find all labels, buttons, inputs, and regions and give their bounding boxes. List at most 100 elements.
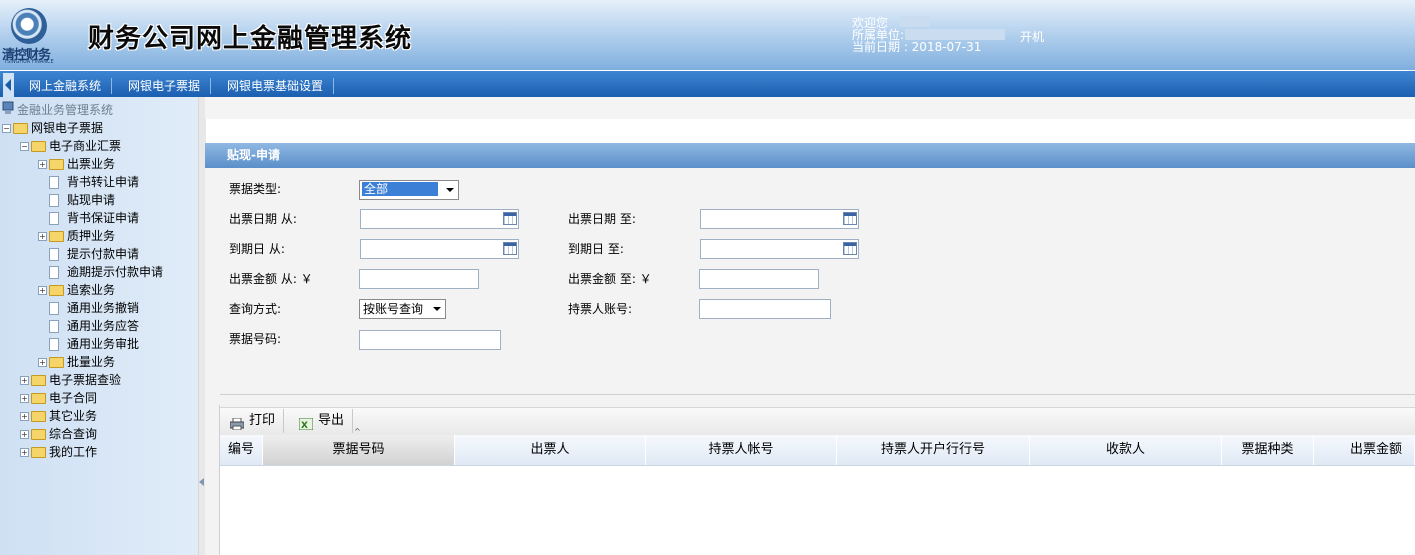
print-button-label: 打印 (249, 413, 276, 428)
sidebar-item-label: 出票业务 (67, 157, 116, 171)
amount-from-label: 出票金额 从: ￥ (229, 272, 313, 286)
sidebar-item[interactable]: + 其它业务 (2, 407, 198, 425)
sidebar-item[interactable]: − 电子商业汇票 (2, 137, 198, 155)
holder-account-input[interactable] (699, 299, 831, 319)
expand-icon[interactable]: + (38, 358, 47, 367)
col-header-id[interactable]: 编号 (220, 435, 263, 465)
collapse-icon[interactable]: − (2, 124, 11, 133)
folder-icon (49, 285, 64, 296)
nav-back-arrow-icon[interactable] (3, 73, 14, 97)
query-mode-value: 按账号查询 (363, 302, 424, 316)
sidebar-item[interactable]: 贴现申请 (2, 191, 198, 209)
bill-type-label: 票据类型: (229, 182, 282, 196)
document-icon (49, 248, 59, 261)
bill-number-input[interactable] (359, 330, 501, 350)
calendar-icon[interactable] (843, 212, 857, 225)
print-button[interactable]: 打印 (222, 409, 285, 433)
issue-date-to-label: 出票日期 至: (568, 212, 636, 226)
col-header-amount[interactable]: 出票金额 (1314, 435, 1415, 465)
due-date-from-input[interactable] (360, 239, 519, 259)
sidebar-tree: − 网银电子票据 − 电子商业汇票 + 出票业务 背书转让申请 贴现申请 背书保证申请 + 质押业务… (2, 119, 198, 461)
sidebar-item[interactable]: + 追索业务 (2, 281, 198, 299)
col-header-drawer[interactable]: 出票人 (455, 435, 646, 465)
col-header-bill-type[interactable]: 票据种类 (1222, 435, 1314, 465)
sidebar-item[interactable]: 通用业务撤销 (2, 299, 198, 317)
sidebar-item[interactable]: + 出票业务 (2, 155, 198, 173)
issue-date-to-input[interactable] (700, 209, 859, 229)
unit-suffix: 开机 (1020, 30, 1045, 44)
folder-icon (31, 429, 46, 440)
sidebar-item[interactable]: + 综合查询 (2, 425, 198, 443)
current-date: 当前日期 : 2018-07-31 (852, 40, 982, 54)
sort-ascending-icon: ^ (354, 427, 361, 436)
export-button[interactable]: X 导出 (291, 409, 354, 433)
sidebar-item[interactable]: − 网银电子票据 (2, 119, 198, 137)
issue-date-from-input[interactable] (360, 209, 519, 229)
expand-icon[interactable]: + (20, 412, 29, 421)
tab-e-bill[interactable]: 网银电子票据 (118, 78, 212, 94)
sidebar-item-label: 质押业务 (67, 229, 116, 243)
expand-icon[interactable]: + (20, 376, 29, 385)
expand-icon[interactable]: + (38, 232, 47, 241)
folder-icon (31, 447, 46, 458)
holder-account-label: 持票人账号: (568, 302, 633, 316)
expand-icon[interactable]: + (20, 448, 29, 457)
due-date-to-input[interactable] (700, 239, 859, 259)
panel-title-bar: 贴现-申请 (205, 143, 1415, 168)
col-header-holder-bank-code[interactable]: 持票人开户行行号 (837, 435, 1030, 465)
unit-name-redacted (905, 29, 1005, 40)
sidebar-item-label: 通用业务应答 (67, 319, 140, 333)
sidebar-item-label: 电子商业汇票 (49, 139, 122, 153)
sidebar-item-label: 电子合同 (49, 391, 98, 405)
collapse-icon[interactable]: − (20, 142, 29, 151)
tab-e-bill-settings[interactable]: 网银电票基础设置 (217, 78, 335, 94)
sidebar-item-label: 电子票据查验 (49, 373, 122, 387)
col-header-bill-number-label: 票据号码 (332, 442, 385, 457)
amount-to-input[interactable] (699, 269, 819, 289)
user-name-redacted (900, 16, 930, 27)
bill-number-label: 票据号码: (229, 332, 282, 346)
sidebar-item[interactable]: 背书保证申请 (2, 209, 198, 227)
bill-type-select[interactable]: 全部 (359, 180, 459, 200)
sidebar-item[interactable]: 背书转让申请 (2, 173, 198, 191)
col-header-payee[interactable]: 收款人 (1030, 435, 1222, 465)
expand-icon[interactable]: + (20, 430, 29, 439)
sidebar-item[interactable]: + 电子合同 (2, 389, 198, 407)
due-date-from-label: 到期日 从: (229, 242, 285, 256)
collapse-sidebar-icon[interactable] (199, 478, 204, 486)
query-mode-select[interactable]: 按账号查询 (359, 299, 446, 319)
sidebar-item[interactable]: + 电子票据查验 (2, 371, 198, 389)
folder-icon (31, 393, 46, 404)
sidebar-item[interactable]: 提示付款申请 (2, 245, 198, 263)
sidebar-item[interactable]: + 我的工作 (2, 443, 198, 461)
printer-icon (229, 415, 245, 430)
logo-subtitle: TSINGHUA FINANCE (4, 59, 54, 65)
calendar-icon[interactable] (843, 242, 857, 255)
svg-text:X: X (301, 421, 308, 430)
main-header-strip (205, 97, 1415, 119)
sidebar-item[interactable]: 逾期提示付款申请 (2, 263, 198, 281)
col-header-bill-number[interactable]: ^ 票据号码 (263, 427, 455, 465)
sidebar-item-label: 贴现申请 (67, 193, 116, 207)
folder-icon (13, 123, 28, 134)
amount-from-input[interactable] (359, 269, 479, 289)
sidebar-item[interactable]: + 质押业务 (2, 227, 198, 245)
calendar-icon[interactable] (503, 242, 517, 255)
expand-icon[interactable]: + (38, 160, 47, 169)
bill-type-value: 全部 (362, 182, 438, 196)
sidebar-item[interactable]: 通用业务应答 (2, 317, 198, 335)
folder-icon (49, 357, 64, 368)
chevron-down-icon (433, 307, 441, 311)
calendar-icon[interactable] (503, 212, 517, 225)
sidebar-item[interactable]: + 批量业务 (2, 353, 198, 371)
sidebar-item-label: 其它业务 (49, 409, 98, 423)
expand-icon[interactable]: + (20, 394, 29, 403)
sidebar-item-label: 逾期提示付款申请 (67, 265, 164, 279)
expand-icon[interactable]: + (38, 286, 47, 295)
sidebar-item-label: 背书保证申请 (67, 211, 140, 225)
tab-online-finance[interactable]: 网上金融系统 (19, 78, 113, 94)
col-header-holder-account[interactable]: 持票人帐号 (646, 435, 837, 465)
grid-body (220, 466, 1415, 555)
sidebar-item[interactable]: 通用业务审批 (2, 335, 198, 353)
document-icon (49, 194, 59, 207)
